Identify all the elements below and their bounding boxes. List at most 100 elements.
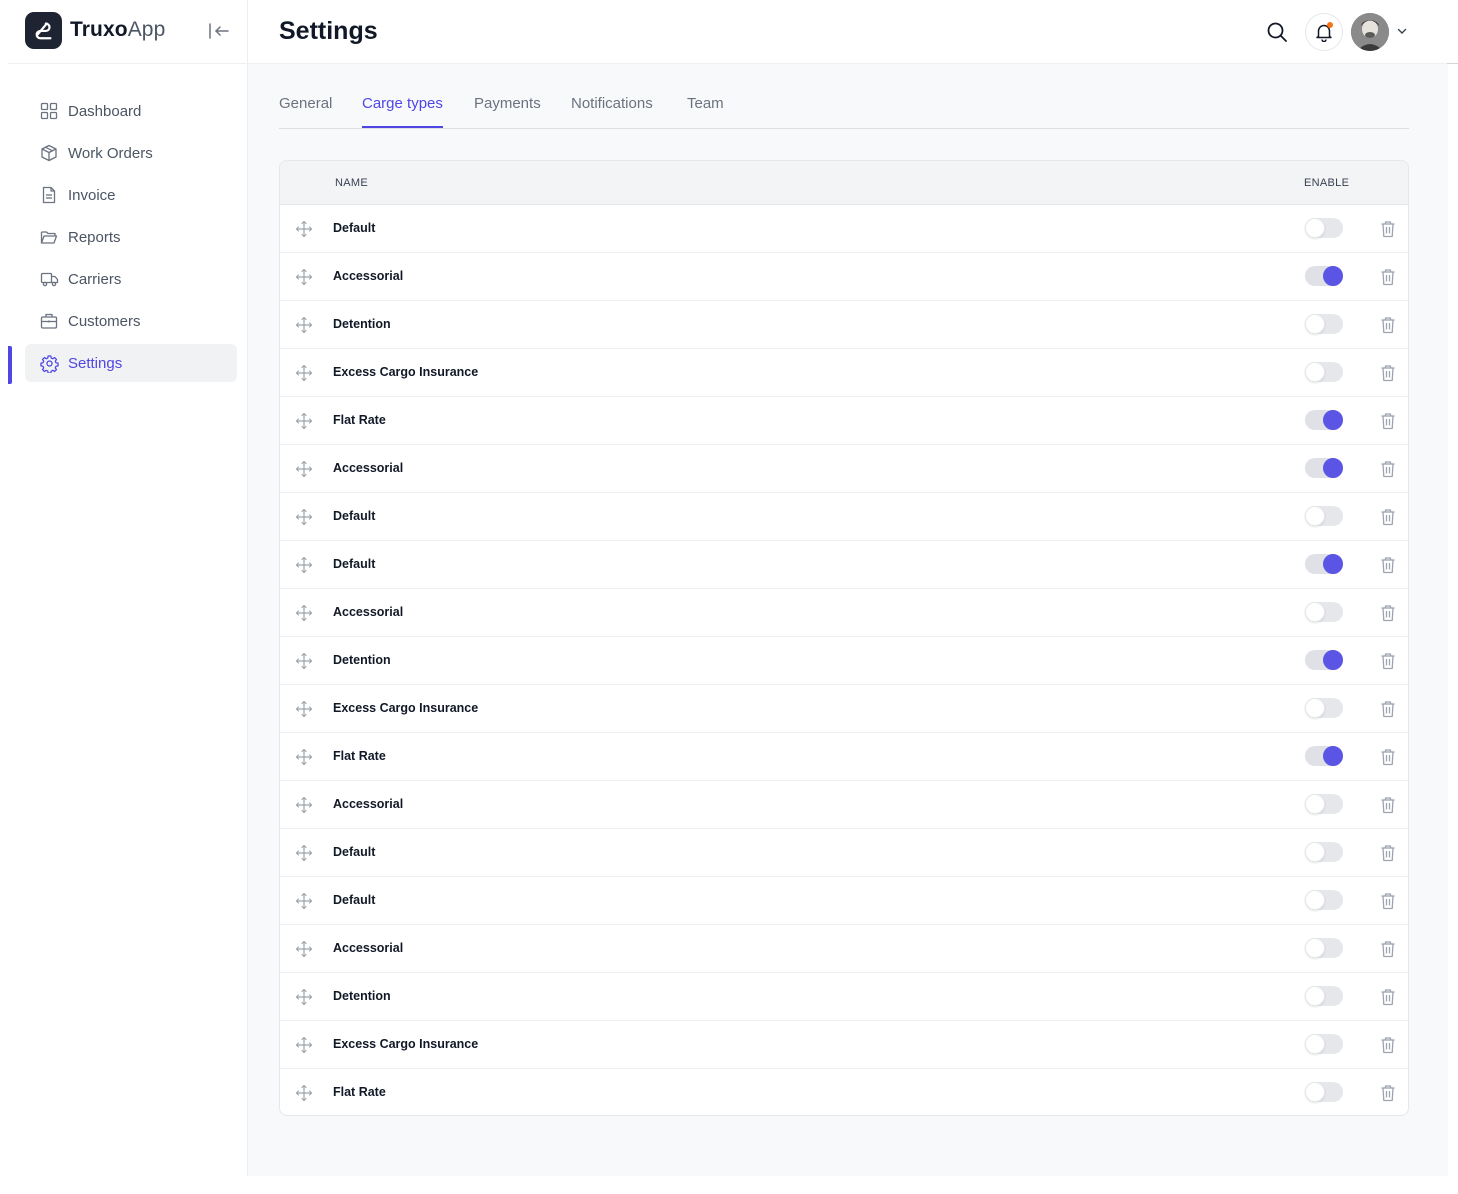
drag-handle-icon[interactable] <box>294 843 314 863</box>
trash-icon[interactable] <box>1378 459 1398 479</box>
trash-icon[interactable] <box>1378 219 1398 239</box>
avatar[interactable] <box>1351 13 1389 51</box>
drag-handle-icon[interactable] <box>294 363 314 383</box>
cargo-type-name: Accessorial <box>333 941 404 955</box>
enable-toggle[interactable] <box>1305 458 1343 478</box>
trash-icon[interactable] <box>1378 267 1398 287</box>
trash-icon[interactable] <box>1378 363 1398 383</box>
toggle-knob <box>1323 554 1343 574</box>
drag-handle-icon[interactable] <box>294 603 314 623</box>
dashboard-icon <box>39 101 59 121</box>
cargo-type-name: Excess Cargo Insurance <box>333 701 479 715</box>
sidebar-item-dashboard[interactable]: Dashboard <box>25 92 237 130</box>
cargo-types-table: NAME ENABLE Default Accessorial Detention E… <box>279 160 1409 1116</box>
drag-handle-icon[interactable] <box>294 219 314 239</box>
trash-icon[interactable] <box>1378 411 1398 431</box>
sidebar-item-carriers[interactable]: Carriers <box>25 260 237 298</box>
trash-icon[interactable] <box>1378 843 1398 863</box>
drag-handle-icon[interactable] <box>294 699 314 719</box>
table-row: Excess Cargo Insurance <box>280 685 1408 733</box>
enable-toggle[interactable] <box>1305 362 1343 382</box>
trash-icon[interactable] <box>1378 987 1398 1007</box>
toggle-knob <box>1305 602 1325 622</box>
enable-toggle[interactable] <box>1305 1082 1343 1102</box>
drag-handle-icon[interactable] <box>294 459 314 479</box>
enable-toggle[interactable] <box>1305 938 1343 958</box>
cargo-type-name: Flat Rate <box>333 749 386 763</box>
enable-toggle[interactable] <box>1305 506 1343 526</box>
trash-icon[interactable] <box>1378 507 1398 527</box>
enable-toggle[interactable] <box>1305 842 1343 862</box>
tab-team[interactable]: Team <box>687 95 724 126</box>
sidebar-item-reports[interactable]: Reports <box>25 218 237 256</box>
notification-dot <box>1327 22 1333 28</box>
collapse-sidebar-icon[interactable] <box>206 18 232 44</box>
tab-general[interactable]: General <box>279 95 332 126</box>
toggle-knob <box>1305 314 1325 334</box>
drag-handle-icon[interactable] <box>294 555 314 575</box>
enable-toggle[interactable] <box>1305 266 1343 286</box>
brand[interactable]: TruxoApp <box>25 11 166 49</box>
sidebar-item-settings[interactable]: Settings <box>25 344 237 382</box>
enable-toggle[interactable] <box>1305 218 1343 238</box>
column-header-enable: ENABLE <box>1304 177 1350 189</box>
table-row: Accessorial <box>280 925 1408 973</box>
drag-handle-icon[interactable] <box>294 891 314 911</box>
drag-handle-icon[interactable] <box>294 795 314 815</box>
enable-toggle[interactable] <box>1305 314 1343 334</box>
trash-icon[interactable] <box>1378 891 1398 911</box>
enable-toggle[interactable] <box>1305 650 1343 670</box>
cargo-type-name: Excess Cargo Insurance <box>333 365 479 379</box>
notifications-button[interactable] <box>1305 13 1343 51</box>
corner-divider <box>1447 63 1458 64</box>
trash-icon[interactable] <box>1378 315 1398 335</box>
cargo-type-name: Accessorial <box>333 605 404 619</box>
app-name: TruxoApp <box>70 18 166 41</box>
sidebar-item-work-orders[interactable]: Work Orders <box>25 134 237 172</box>
drag-handle-icon[interactable] <box>294 939 314 959</box>
trash-icon[interactable] <box>1378 651 1398 671</box>
tab-notifications[interactable]: Notifications <box>571 95 653 126</box>
drag-handle-icon[interactable] <box>294 507 314 527</box>
search-icon[interactable] <box>1264 19 1290 45</box>
trash-icon[interactable] <box>1378 1035 1398 1055</box>
table-row: Detention <box>280 973 1408 1021</box>
toggle-knob <box>1305 842 1325 862</box>
enable-toggle[interactable] <box>1305 890 1343 910</box>
trash-icon[interactable] <box>1378 603 1398 623</box>
enable-toggle[interactable] <box>1305 602 1343 622</box>
enable-toggle[interactable] <box>1305 986 1343 1006</box>
drag-handle-icon[interactable] <box>294 1083 314 1103</box>
table-row: Flat Rate <box>280 1069 1408 1115</box>
drag-handle-icon[interactable] <box>294 411 314 431</box>
tab-payments[interactable]: Payments <box>474 95 541 126</box>
drag-handle-icon[interactable] <box>294 987 314 1007</box>
sidebar-item-invoice[interactable]: Invoice <box>25 176 237 214</box>
cargo-type-name: Default <box>333 845 376 859</box>
app-logo-icon <box>25 11 62 49</box>
trash-icon[interactable] <box>1378 747 1398 767</box>
sidebar-item-label: Carriers <box>68 270 122 288</box>
drag-handle-icon[interactable] <box>294 747 314 767</box>
drag-handle-icon[interactable] <box>294 315 314 335</box>
trash-icon[interactable] <box>1378 1083 1398 1103</box>
enable-toggle[interactable] <box>1305 554 1343 574</box>
tab-carge-types[interactable]: Carge types <box>362 95 443 128</box>
enable-toggle[interactable] <box>1305 794 1343 814</box>
drag-handle-icon[interactable] <box>294 267 314 287</box>
enable-toggle[interactable] <box>1305 1034 1343 1054</box>
chevron-down-icon[interactable] <box>1395 24 1409 38</box>
drag-handle-icon[interactable] <box>294 651 314 671</box>
table-row: Accessorial <box>280 253 1408 301</box>
enable-toggle[interactable] <box>1305 746 1343 766</box>
trash-icon[interactable] <box>1378 795 1398 815</box>
trash-icon[interactable] <box>1378 699 1398 719</box>
sidebar: TruxoApp Dashboard Work Orders Invoice R… <box>8 0 248 1176</box>
drag-handle-icon[interactable] <box>294 1035 314 1055</box>
enable-toggle[interactable] <box>1305 698 1343 718</box>
trash-icon[interactable] <box>1378 939 1398 959</box>
trash-icon[interactable] <box>1378 555 1398 575</box>
sidebar-item-customers[interactable]: Customers <box>25 302 237 340</box>
cargo-type-name: Detention <box>333 653 391 667</box>
enable-toggle[interactable] <box>1305 410 1343 430</box>
